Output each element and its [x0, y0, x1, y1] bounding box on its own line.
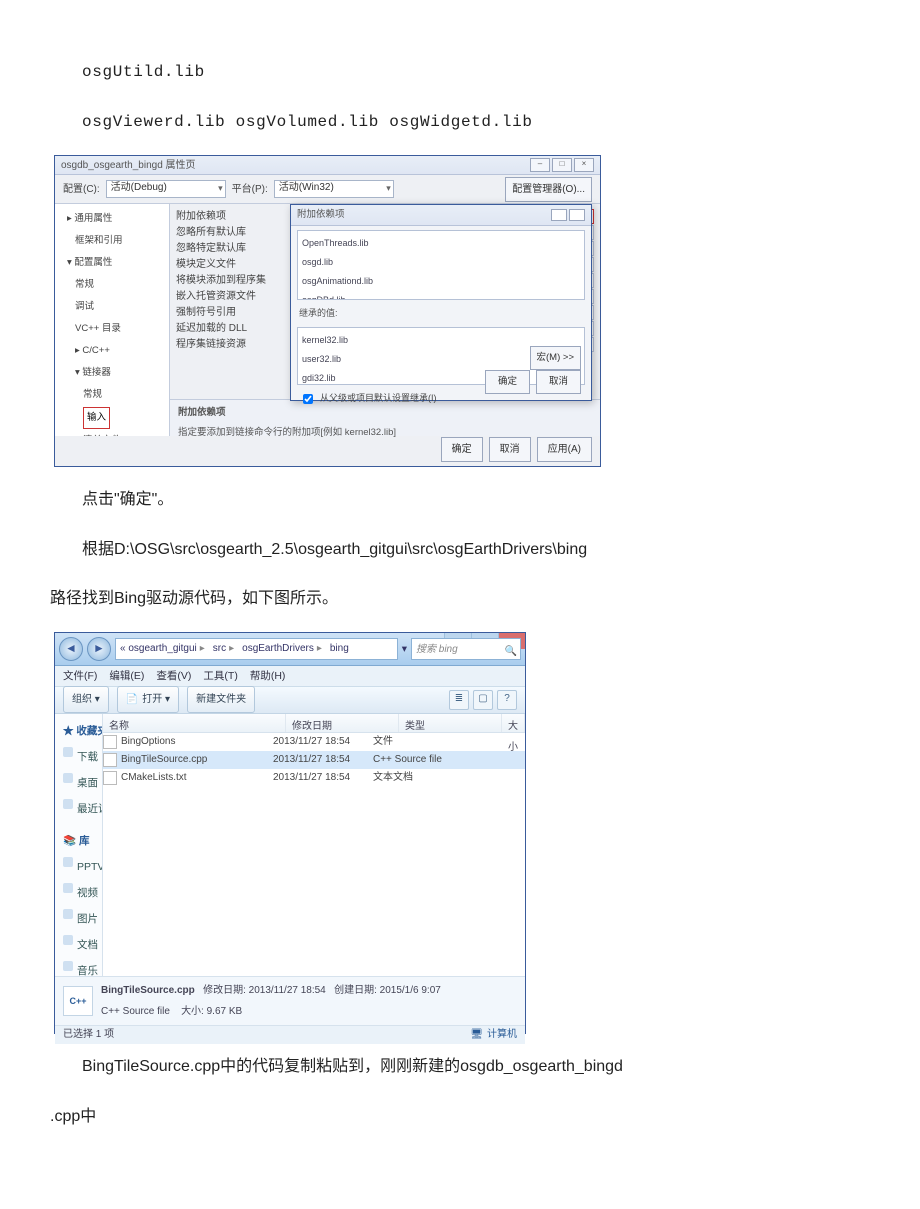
breadcrumb[interactable]: « osgearth_gitgui — [116, 638, 209, 659]
preview-pane-button[interactable]: ▢ — [473, 690, 493, 710]
code-line-2: osgViewerd.lib osgVolumed.lib osgWidgetd… — [50, 106, 870, 140]
tree-node-selected[interactable]: 输入 — [83, 407, 110, 429]
tree-node[interactable]: 常规 — [57, 274, 167, 296]
inner-title: 附加依赖项 — [297, 205, 345, 225]
tree-node[interactable]: 常规 — [57, 384, 167, 406]
nav-item[interactable]: 最近访问的位置 — [57, 796, 100, 822]
tree-node[interactable]: 框架和引用 — [57, 230, 167, 252]
property-tree[interactable]: ▸ 通用属性 框架和引用 ▾ 配置属性 常规 调试 VC++ 目录 ▸ C/C+… — [55, 204, 170, 436]
code-line-1: osgUtild.lib — [50, 56, 870, 90]
file-row[interactable]: CMakeLists.txt 2013/11/27 18:54文本文档 — [103, 769, 525, 787]
explorer-window: – □ × ◄ ► « osgearth_gitgui src osgEarth… — [54, 632, 526, 1034]
macros-button[interactable]: 宏(M) >> — [530, 346, 581, 370]
back-button[interactable]: ◄ — [59, 637, 83, 661]
config-label: 配置(C): — [63, 179, 100, 200]
tree-node[interactable]: VC++ 目录 — [57, 318, 167, 340]
config-combo[interactable]: 活动(Debug) — [106, 180, 226, 198]
nav-libraries[interactable]: 📚 库 — [57, 828, 100, 854]
minimize-button[interactable]: – — [530, 158, 550, 172]
file-row-selected[interactable]: BingTileSource.cpp 2013/11/27 18:54C++ S… — [103, 751, 525, 769]
help-button[interactable]: ? — [497, 690, 517, 710]
menu-help[interactable]: 帮助(H) — [250, 665, 286, 687]
nav-item[interactable]: 下载 — [57, 744, 100, 770]
libs-textbox[interactable]: OpenThreads.lib osgd.lib osgAnimationd.l… — [297, 230, 585, 300]
maximize-button[interactable]: □ — [552, 158, 572, 172]
additional-deps-dialog: 附加依赖项 OpenThreads.lib osgd.lib osgAnimat… — [290, 204, 592, 401]
tree-node[interactable]: ▾ 链接器 — [57, 362, 167, 384]
inherited-label: 继承的值: — [299, 304, 583, 323]
details-pane: C++ BingTileSource.cpp 修改日期: 2013/11/27 … — [55, 976, 525, 1025]
para-copy-2: .cpp中 — [50, 1100, 870, 1134]
status-bar: 已选择 1 项 🖥计算机 — [55, 1025, 525, 1044]
para-path-2: 路径找到Bing驱动源代码，如下图所示。 — [50, 582, 870, 616]
vs-property-dialog: osgdb_osgearth_bingd 属性页 – □ × 配置(C): 活动… — [54, 155, 601, 467]
txt-file-icon — [103, 771, 117, 785]
address-bar[interactable]: « osgearth_gitgui src osgEarthDrivers bi… — [115, 638, 398, 660]
column-headers[interactable]: 名称 修改日期 类型 大小 — [103, 714, 525, 733]
file-icon — [103, 735, 117, 749]
tree-node[interactable]: ▾ 配置属性 — [57, 252, 167, 274]
menu-view[interactable]: 查看(V) — [156, 665, 191, 687]
breadcrumb[interactable]: osgEarthDrivers — [238, 638, 326, 659]
nav-item[interactable]: 桌面 — [57, 770, 100, 796]
view-options-button[interactable]: ≣ — [449, 690, 469, 710]
dialog-title: osgdb_osgearth_bingd 属性页 — [61, 155, 196, 176]
breadcrumb[interactable]: bing — [326, 638, 356, 659]
nav-item[interactable]: PPTV视频 — [57, 854, 100, 880]
nav-item[interactable]: 图片 — [57, 906, 100, 932]
nav-item[interactable]: 文档 — [57, 932, 100, 958]
file-row[interactable]: BingOptions 2013/11/27 18:54文件 — [103, 733, 525, 751]
forward-button[interactable]: ► — [87, 637, 111, 661]
menu-tools[interactable]: 工具(T) — [203, 665, 237, 687]
breadcrumb[interactable]: src — [209, 638, 238, 659]
menu-file[interactable]: 文件(F) — [63, 665, 97, 687]
nav-item[interactable]: 视频 — [57, 880, 100, 906]
new-folder-button[interactable]: 新建文件夹 — [187, 686, 255, 713]
prop-key: 程序集链接资源 — [176, 334, 291, 355]
inner-ok-button[interactable]: 确定 — [485, 370, 530, 394]
tree-node[interactable]: ▸ 通用属性 — [57, 208, 167, 230]
ok-button[interactable]: 确定 — [441, 437, 483, 462]
tree-node[interactable]: 调试 — [57, 296, 167, 318]
nav-item[interactable]: 音乐 — [57, 958, 100, 976]
nav-favorites[interactable]: ★ 收藏夹 — [57, 718, 100, 744]
tree-node[interactable]: 清单文件 — [57, 430, 167, 437]
inner-cancel-button[interactable]: 取消 — [536, 370, 581, 394]
config-manager-button[interactable]: 配置管理器(O)... — [505, 177, 592, 202]
inner-help-button[interactable] — [551, 209, 567, 221]
platform-combo[interactable]: 活动(Win32) — [274, 180, 394, 198]
menu-bar: 文件(F) 编辑(E) 查看(V) 工具(T) 帮助(H) — [55, 666, 525, 687]
nav-pane[interactable]: ★ 收藏夹 下载 桌面 最近访问的位置 📚 库 PPTV视频 视频 图片 文档 … — [55, 714, 103, 976]
tree-node[interactable]: ▸ C/C++ — [57, 340, 167, 362]
para-click-ok: 点击"确定"。 — [50, 483, 870, 517]
cpp-icon: 📄 — [126, 689, 138, 710]
open-button[interactable]: 📄打开 ▾ — [117, 686, 179, 713]
computer-icon: 🖥 — [470, 1024, 483, 1045]
inner-close-button[interactable] — [569, 209, 585, 221]
menu-edit[interactable]: 编辑(E) — [109, 665, 144, 687]
platform-label: 平台(P): — [232, 179, 268, 200]
organize-button[interactable]: 组织 ▾ — [63, 686, 109, 713]
apply-button[interactable]: 应用(A) — [537, 437, 592, 462]
para-copy: BingTileSource.cpp中的代码复制粘贴到，刚刚新建的osgdb_o… — [50, 1050, 870, 1084]
cpp-icon: C++ — [63, 986, 93, 1016]
para-path: 根据D:\OSG\src\osgearth_2.5\osgearth_gitgu… — [50, 533, 870, 567]
close-button[interactable]: × — [574, 158, 594, 172]
cpp-file-icon — [103, 753, 117, 767]
cancel-button[interactable]: 取消 — [489, 437, 531, 462]
search-box[interactable]: 搜索 bing — [411, 638, 521, 660]
